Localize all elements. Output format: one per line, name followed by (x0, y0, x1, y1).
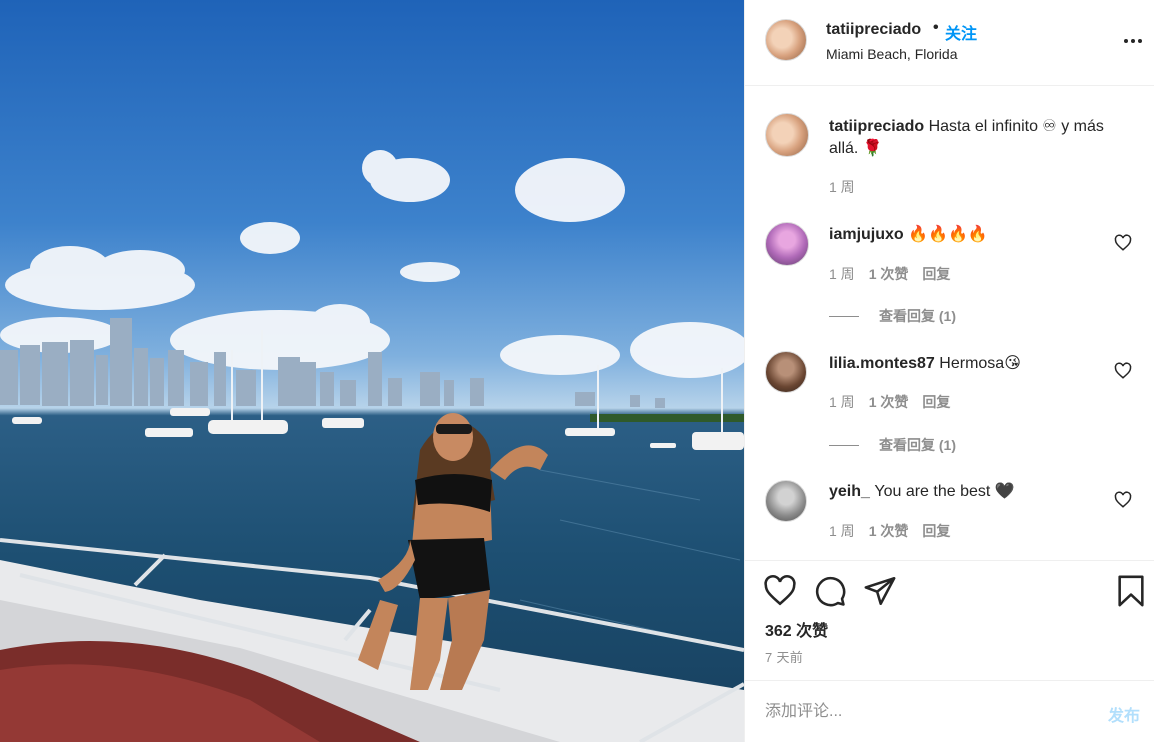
heart-icon[interactable] (763, 574, 797, 608)
caption-meta: 1 周 (829, 177, 855, 197)
comment-meta: 1 周 1 次赞 回复 (829, 521, 950, 541)
comment: iamjujuxo 🔥🔥🔥🔥 (829, 224, 1129, 246)
comment-avatar[interactable] (765, 222, 809, 266)
comment-likes[interactable]: 1 次赞 (869, 521, 909, 541)
post-timestamp[interactable]: 7 天前 (765, 647, 803, 666)
comment-avatar[interactable] (765, 351, 807, 393)
like-count[interactable]: 362 次赞 (765, 617, 828, 641)
comment-text: Hermosa😘 (939, 355, 1021, 372)
comment-input[interactable] (765, 699, 1085, 725)
comment-reply-button[interactable]: 回复 (922, 521, 950, 541)
comment-avatar[interactable] (765, 480, 807, 522)
replies-divider (829, 444, 859, 446)
comment-reply-button[interactable]: 回复 (922, 392, 950, 412)
comment-username[interactable]: iamjujuxo (829, 226, 904, 243)
comment-time[interactable]: 1 周 (829, 264, 855, 284)
separator-dot: • (933, 19, 939, 36)
caption-username[interactable]: tatiipreciado (829, 118, 924, 135)
comment-text: You are the best 🖤 (874, 483, 1015, 500)
post-header: tatiipreciado • 关注 Miami Beach, Florida (745, 0, 1154, 86)
comment: lilia.montes87 Hermosa😘 (829, 353, 1129, 375)
owner-username[interactable]: tatiipreciado (826, 21, 921, 39)
comment-likes[interactable]: 1 次赞 (869, 392, 909, 412)
caption-time[interactable]: 1 周 (829, 177, 855, 197)
comment-like-heart-icon[interactable] (1114, 234, 1132, 252)
add-comment-bar: 发布 (745, 680, 1154, 742)
comment-text: 🔥🔥🔥🔥 (908, 226, 988, 243)
more-icon[interactable] (1123, 33, 1145, 49)
caption-avatar[interactable] (765, 113, 809, 157)
comment-meta: 1 周 1 次赞 回复 (829, 264, 950, 284)
caption: tatiipreciado Hasta el infinito ♾ y más … (829, 116, 1129, 160)
post-details-panel: tatiipreciado • 关注 Miami Beach, Florida … (744, 0, 1154, 742)
post-comment-button[interactable]: 发布 (1108, 702, 1140, 726)
view-replies-button[interactable]: 查看回复 (1) (829, 435, 956, 455)
view-replies-label: 查看回复 (1) (879, 308, 956, 324)
comment-time[interactable]: 1 周 (829, 392, 855, 412)
post-location[interactable]: Miami Beach, Florida (826, 46, 958, 62)
share-icon[interactable] (863, 574, 897, 608)
comment: yeih_ You are the best 🖤 (829, 481, 1129, 503)
comment-meta: 1 周 1 次赞 回复 (829, 392, 950, 412)
view-replies-label: 查看回复 (1) (879, 437, 956, 453)
post-image[interactable] (0, 0, 744, 742)
action-bar (745, 560, 1154, 561)
replies-divider (829, 315, 859, 317)
comment-icon[interactable] (813, 574, 847, 608)
comment-reply-button[interactable]: 回复 (922, 264, 950, 284)
comment-like-heart-icon[interactable] (1114, 491, 1132, 509)
comment-time[interactable]: 1 周 (829, 521, 855, 541)
follow-button[interactable]: 关注 (945, 20, 977, 44)
owner-avatar[interactable] (765, 19, 807, 61)
view-replies-button[interactable]: 查看回复 (1) (829, 306, 956, 326)
post-photo-illustration (0, 150, 744, 742)
comment-like-heart-icon[interactable] (1114, 362, 1132, 380)
comment-username[interactable]: yeih_ (829, 483, 870, 500)
comment-username[interactable]: lilia.montes87 (829, 355, 935, 372)
comment-likes[interactable]: 1 次赞 (869, 264, 909, 284)
bookmark-icon[interactable] (1114, 574, 1148, 608)
